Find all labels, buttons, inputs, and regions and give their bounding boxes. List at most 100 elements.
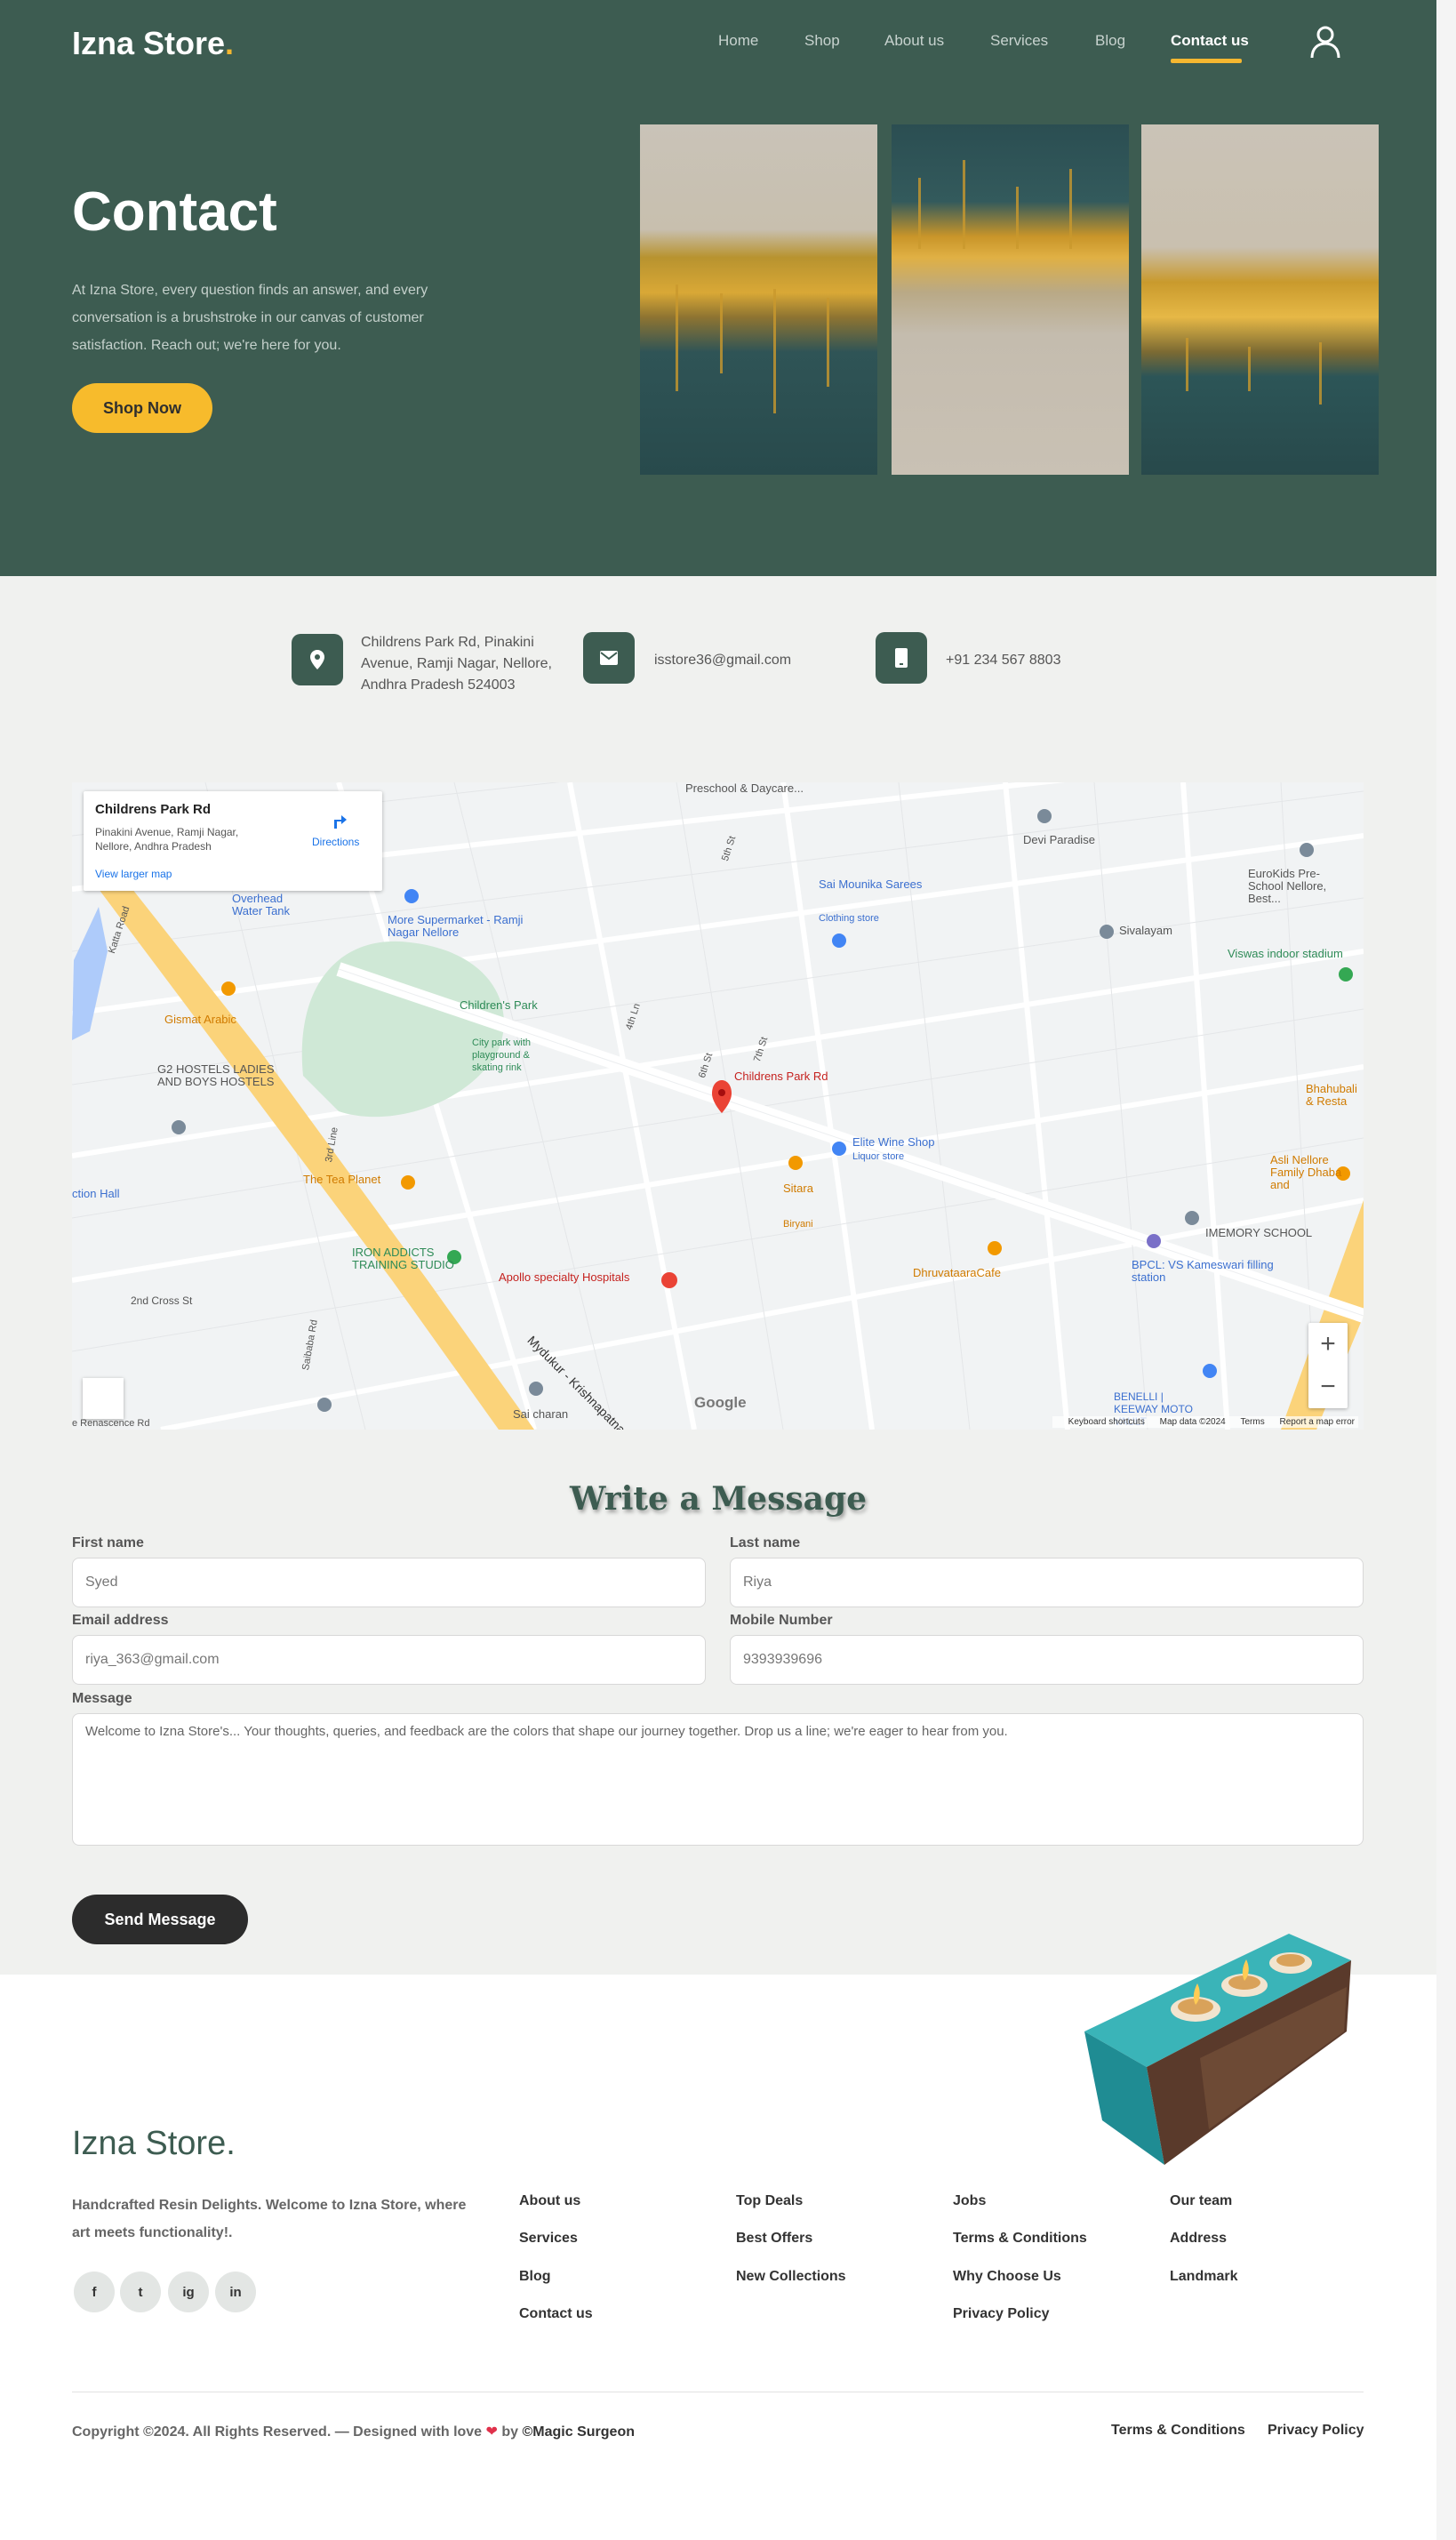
map-label-iron-addicts: IRON ADDICTS TRAINING STUDIO bbox=[352, 1246, 454, 1271]
footer-link-terms[interactable]: Terms & Conditions bbox=[953, 2231, 1087, 2247]
footer-link-address[interactable]: Address bbox=[1170, 2231, 1227, 2247]
map-label-asli-nellore: Asli Nellore Family Dhaba and bbox=[1270, 1153, 1342, 1191]
contact-phone[interactable]: +91 234 567 8803 bbox=[946, 650, 1060, 671]
map-label-action-hall: ction Hall bbox=[72, 1187, 120, 1200]
footer-link-landmark[interactable]: Landmark bbox=[1170, 2269, 1237, 2285]
location-map[interactable]: Childrens Park Rd Pinakini Avenue, Ramji… bbox=[72, 782, 1364, 1430]
hero-art-panel-1 bbox=[640, 124, 877, 475]
map-data-text: Map data ©2024 bbox=[1159, 1417, 1226, 1427]
copyright-by: by bbox=[501, 2424, 519, 2440]
view-larger-map-link[interactable]: View larger map bbox=[95, 868, 172, 880]
map-label-biryani: Biryani bbox=[783, 1219, 813, 1230]
map-terms-link[interactable]: Terms bbox=[1241, 1417, 1265, 1427]
facebook-icon[interactable]: f bbox=[74, 2272, 115, 2312]
map-label-eurokids: EuroKids Pre-School Nellore, Best... bbox=[1248, 867, 1327, 905]
directions-link[interactable]: Directions bbox=[312, 836, 359, 848]
twitter-icon[interactable]: t bbox=[120, 2272, 161, 2312]
map-label-supermarket: More Supermarket - Ramji Nagar Nellore bbox=[388, 913, 524, 939]
nav-about-us[interactable]: About us bbox=[884, 32, 944, 50]
first-name-label: First name bbox=[72, 1535, 144, 1550]
first-name-input[interactable]: Syed bbox=[72, 1558, 706, 1607]
linkedin-icon[interactable]: in bbox=[215, 2272, 256, 2312]
email-label: Email address bbox=[72, 1613, 169, 1628]
map-fullscreen-button[interactable] bbox=[83, 1378, 124, 1419]
footer-link-contact-us[interactable]: Contact us bbox=[519, 2306, 593, 2322]
map-label-clothing-store: Clothing store bbox=[819, 913, 879, 924]
user-icon[interactable] bbox=[1309, 24, 1341, 60]
footer-link-privacy-policy[interactable]: Privacy Policy bbox=[953, 2306, 1050, 2322]
mobile-input[interactable]: 9393939696 bbox=[730, 1635, 1364, 1685]
bottom-privacy-link[interactable]: Privacy Policy bbox=[1268, 2423, 1364, 2439]
email-input[interactable]: riya_363@gmail.com bbox=[72, 1635, 706, 1685]
heart-icon: ❤ bbox=[485, 2424, 498, 2440]
map-label-bhahubali: Bhahubali & Resta bbox=[1306, 1082, 1357, 1108]
map-attribution: Keyboard shortcuts Map data ©2024 Terms … bbox=[1052, 1416, 1358, 1428]
zoom-out-button[interactable]: − bbox=[1308, 1366, 1348, 1408]
footer-link-services[interactable]: Services bbox=[519, 2231, 578, 2247]
map-label-sivalayam: Sivalayam bbox=[1119, 924, 1172, 937]
hero-section: Izna Store. Home Shop About us Services … bbox=[0, 0, 1436, 576]
map-label-devi-paradise: Devi Paradise bbox=[1023, 833, 1095, 846]
main-nav: Home Shop About us Services Blog Contact… bbox=[0, 32, 1436, 59]
designer-credit[interactable]: ©Magic Surgeon bbox=[523, 2424, 635, 2440]
google-logo: Google bbox=[694, 1394, 747, 1411]
map-label-childrens-park-rd: Childrens Park Rd bbox=[734, 1070, 828, 1083]
report-map-error-link[interactable]: Report a map error bbox=[1280, 1417, 1355, 1427]
directions-icon[interactable] bbox=[329, 809, 348, 830]
map-label-tea-planet: The Tea Planet bbox=[303, 1173, 381, 1186]
phone-icon bbox=[876, 632, 927, 684]
map-label-g2-hostels: G2 HOSTELS LADIES AND BOYS HOSTELS bbox=[157, 1062, 275, 1088]
bottom-terms-link[interactable]: Terms & Conditions bbox=[1111, 2423, 1245, 2439]
map-label-2nd-cross: 2nd Cross St bbox=[131, 1294, 193, 1307]
keyboard-shortcuts-link[interactable]: Keyboard shortcuts bbox=[1068, 1417, 1145, 1427]
footer-link-our-team[interactable]: Our team bbox=[1170, 2193, 1232, 2209]
nav-services[interactable]: Services bbox=[990, 32, 1048, 50]
shop-now-button[interactable]: Shop Now bbox=[72, 383, 212, 433]
nav-contact-us[interactable]: Contact us bbox=[1171, 32, 1249, 50]
map-label-apollo-hospitals: Apollo specialty Hospitals bbox=[499, 1270, 630, 1284]
map-label-liquor-store: Liquor store bbox=[852, 1151, 905, 1162]
map-label-renascence: e Renascence Rd bbox=[72, 1418, 150, 1429]
map-label-bpcl: BPCL: VS Kameswari filling station bbox=[1132, 1258, 1274, 1284]
last-name-input[interactable]: Riya bbox=[730, 1558, 1364, 1607]
mobile-label: Mobile Number bbox=[730, 1613, 833, 1628]
nav-home[interactable]: Home bbox=[718, 32, 758, 50]
message-label: Message bbox=[72, 1691, 132, 1706]
footer-link-jobs[interactable]: Jobs bbox=[953, 2193, 986, 2209]
map-label-viswas-stadium: Viswas indoor stadium bbox=[1228, 947, 1343, 960]
instagram-icon[interactable]: ig bbox=[168, 2272, 209, 2312]
mail-icon bbox=[583, 632, 635, 684]
hero-art-panel-2 bbox=[892, 124, 1129, 475]
map-zoom-controls: + − bbox=[1308, 1323, 1348, 1408]
footer-link-blog[interactable]: Blog bbox=[519, 2269, 551, 2285]
footer-link-about-us[interactable]: About us bbox=[519, 2193, 580, 2209]
send-message-button[interactable]: Send Message bbox=[72, 1895, 248, 1944]
footer-link-best-offers[interactable]: Best Offers bbox=[736, 2231, 812, 2247]
map-label-overhead-tank: Overhead Water Tank bbox=[232, 892, 291, 917]
map-label-preschool: Preschool & Daycare... bbox=[685, 782, 804, 795]
map-label-saree-shop: Sai Mounika Sarees bbox=[819, 877, 923, 891]
map-place-title: Childrens Park Rd bbox=[95, 802, 212, 817]
footer-link-top-deals[interactable]: Top Deals bbox=[736, 2193, 803, 2209]
map-label-elite-wine-shop: Elite Wine Shop bbox=[852, 1135, 935, 1149]
nav-blog[interactable]: Blog bbox=[1095, 32, 1125, 50]
footer-link-new-collections[interactable]: New Collections bbox=[736, 2269, 846, 2285]
message-textarea[interactable]: Welcome to Izna Store's... Your thoughts… bbox=[72, 1713, 1364, 1846]
footer-description: Handcrafted Resin Delights. Welcome to I… bbox=[72, 2198, 467, 2240]
page: Izna Store. Home Shop About us Services … bbox=[0, 0, 1456, 2540]
page-scroll-gutter bbox=[1436, 0, 1456, 2540]
map-label-gismat-arabic: Gismat Arabic bbox=[164, 1013, 236, 1026]
nav-shop[interactable]: Shop bbox=[804, 32, 840, 50]
page-title: Contact bbox=[72, 181, 277, 243]
hero-description: At Izna Store, every question finds an a… bbox=[72, 283, 428, 353]
map-label-dhruvataara-cafe: DhruvataaraCafe bbox=[913, 1266, 1001, 1279]
copyright-label: Copyright ©2024. All Rights Reserved. — … bbox=[72, 2424, 483, 2440]
contact-email[interactable]: isstore36@gmail.com bbox=[654, 650, 791, 671]
footer-logo[interactable]: Izna Store. bbox=[72, 2125, 236, 2163]
resin-candle-holder-image bbox=[1084, 1934, 1351, 2165]
map-label-city-park: City park with playground & skating rink bbox=[472, 1038, 532, 1073]
footer-link-why-choose-us[interactable]: Why Choose Us bbox=[953, 2269, 1061, 2285]
map-place-card: Childrens Park Rd Pinakini Avenue, Ramji… bbox=[84, 791, 382, 891]
zoom-in-button[interactable]: + bbox=[1308, 1323, 1348, 1366]
copyright-text: Copyright ©2024. All Rights Reserved. — … bbox=[72, 2423, 635, 2440]
